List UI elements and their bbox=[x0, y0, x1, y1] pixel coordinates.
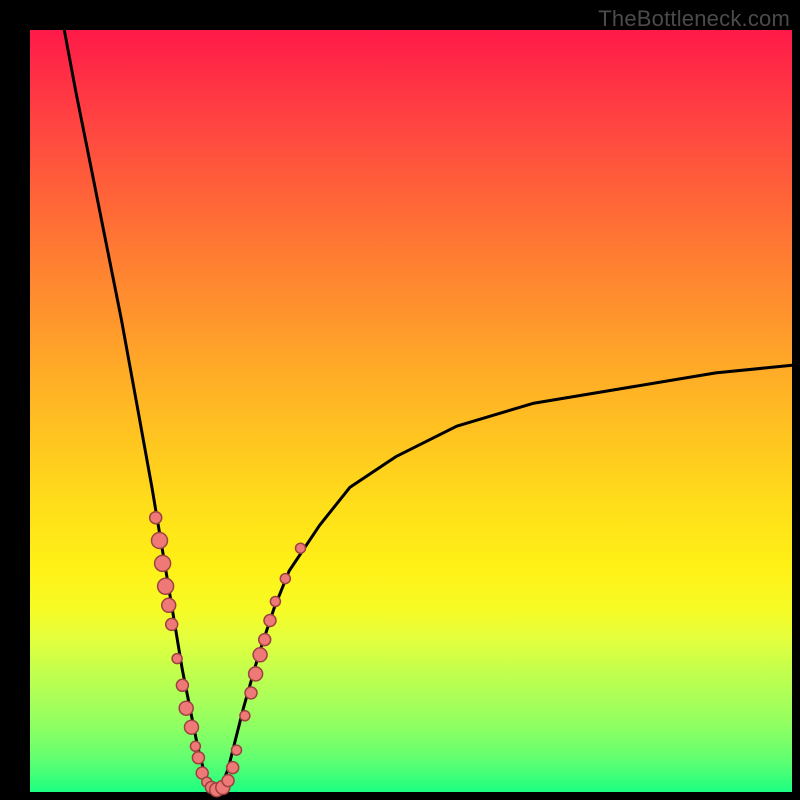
data-point bbox=[253, 648, 267, 662]
data-point bbox=[240, 711, 250, 721]
data-point bbox=[270, 597, 280, 607]
data-point bbox=[259, 634, 271, 646]
data-point bbox=[172, 654, 182, 664]
data-point bbox=[249, 667, 263, 681]
watermark-text: TheBottleneck.com bbox=[598, 6, 790, 32]
data-point bbox=[245, 687, 257, 699]
data-point bbox=[155, 555, 171, 571]
data-point bbox=[162, 598, 176, 612]
data-point bbox=[152, 533, 168, 549]
data-point bbox=[176, 679, 188, 691]
data-point bbox=[192, 752, 204, 764]
scatter-dots bbox=[150, 512, 306, 797]
data-point bbox=[280, 574, 290, 584]
data-point bbox=[179, 701, 193, 715]
chart-frame: TheBottleneck.com bbox=[0, 0, 800, 800]
data-point bbox=[158, 578, 174, 594]
data-point bbox=[222, 775, 234, 787]
data-point bbox=[185, 720, 199, 734]
data-point bbox=[264, 615, 276, 627]
data-point bbox=[190, 741, 200, 751]
data-point bbox=[227, 762, 239, 774]
data-point bbox=[166, 618, 178, 630]
data-point bbox=[150, 512, 162, 524]
data-point bbox=[232, 745, 242, 755]
data-point bbox=[296, 543, 306, 553]
v-curve bbox=[64, 30, 792, 792]
chart-overlay bbox=[30, 30, 792, 792]
